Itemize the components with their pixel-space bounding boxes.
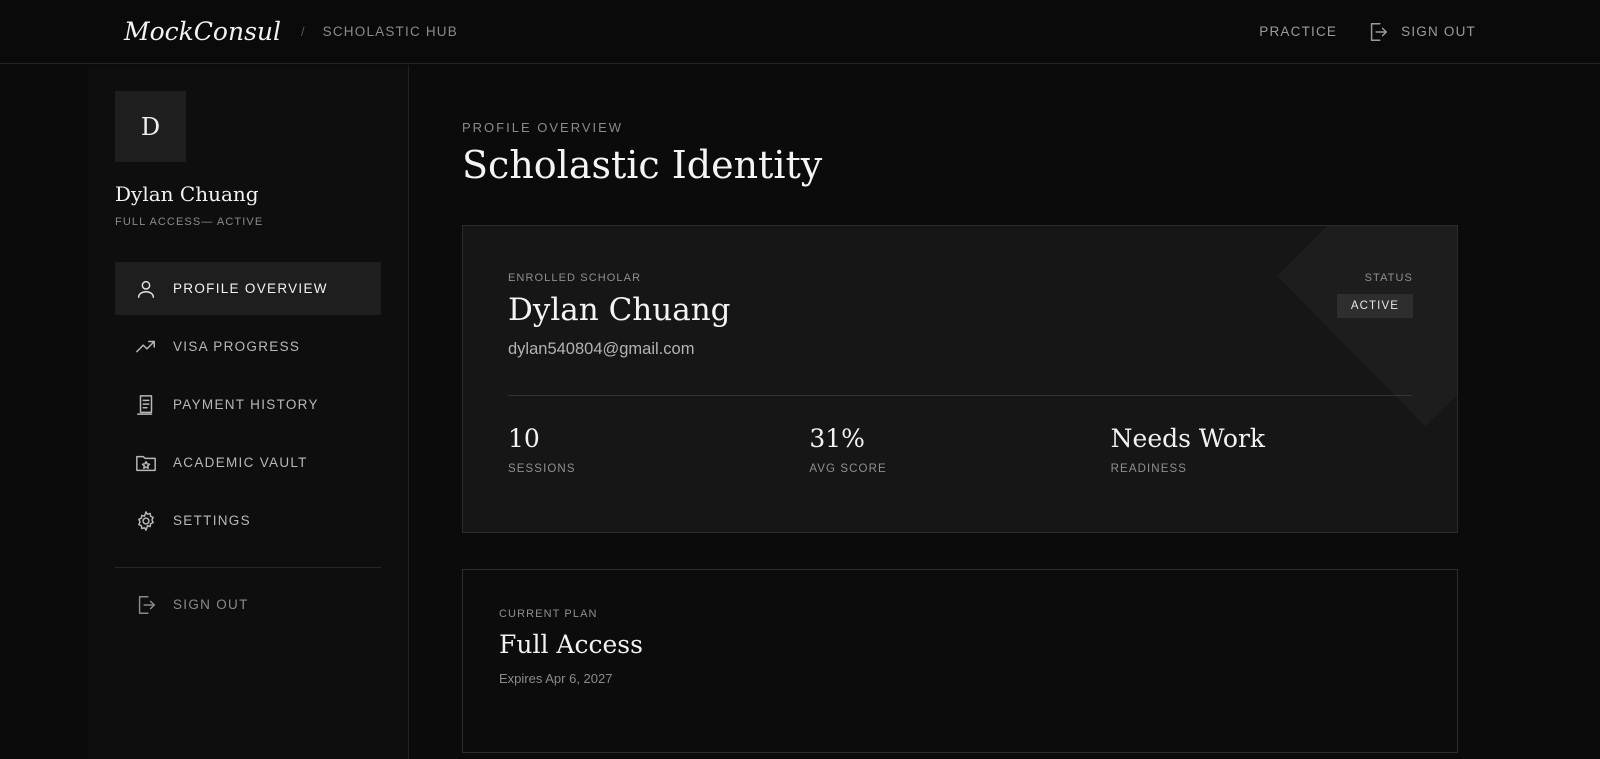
- stat-label: SESSIONS: [508, 463, 576, 475]
- stat-value: 31%: [809, 424, 865, 453]
- card-divider: [508, 395, 1412, 396]
- sidebar-item-visa-progress[interactable]: VISA PROGRESS: [115, 320, 381, 373]
- breadcrumb-separator: /: [301, 24, 305, 39]
- sidebar-item-settings[interactable]: SETTINGS: [115, 494, 381, 547]
- main-content: PROFILE OVERVIEW Scholastic Identity ENR…: [462, 65, 1462, 753]
- plan-name: Full Access: [499, 630, 643, 659]
- user-icon: [137, 280, 155, 298]
- top-signout-label: SIGN OUT: [1401, 24, 1476, 39]
- sidebar-item-label: VISA PROGRESS: [173, 339, 301, 354]
- sidebar-item-label: PROFILE OVERVIEW: [173, 281, 328, 296]
- sidebar-item-label: SETTINGS: [173, 513, 251, 528]
- sign-out-icon: [138, 595, 155, 614]
- stat-avg-score: 31% AVG SCORE: [809, 424, 1110, 475]
- plan-expiry: Expires Apr 6, 2027: [499, 671, 613, 686]
- status-badge: ACTIVE: [1336, 294, 1413, 318]
- breadcrumb: SCHOLASTIC HUB: [322, 24, 458, 39]
- status-block: STATUS ACTIVE: [1336, 272, 1413, 318]
- scholar-email: dylan540804@gmail.com: [508, 340, 695, 358]
- stat-label: READINESS: [1110, 463, 1188, 475]
- stat-readiness: Needs Work READINESS: [1111, 424, 1412, 475]
- trending-up-icon: [136, 340, 155, 352]
- page-title: Scholastic Identity: [462, 143, 823, 187]
- page-eyebrow: PROFILE OVERVIEW: [462, 120, 624, 135]
- sidebar-user-status: FULL ACCESS— ACTIVE: [115, 216, 264, 228]
- sidebar: D Dylan Chuang FULL ACCESS— ACTIVE PROFI…: [88, 65, 409, 759]
- plan-card: CURRENT PLAN Full Access Expires Apr 6, …: [462, 569, 1458, 753]
- top-signout-button[interactable]: SIGN OUT: [1367, 21, 1476, 43]
- sidebar-item-label: PAYMENT HISTORY: [173, 397, 319, 412]
- folder-star-icon: [136, 455, 156, 471]
- scholar-name: Dylan Chuang: [508, 292, 731, 328]
- sidebar-item-profile-overview[interactable]: PROFILE OVERVIEW: [115, 262, 381, 315]
- brand-logo[interactable]: MockConsul: [124, 17, 281, 46]
- sidebar-menu: PROFILE OVERVIEW VISA PROGRESS PAYMENT H…: [115, 262, 381, 631]
- stat-value: Needs Work: [1110, 424, 1266, 453]
- sidebar-signout-button[interactable]: SIGN OUT: [115, 578, 381, 631]
- sidebar-item-academic-vault[interactable]: ACADEMIC VAULT: [115, 436, 381, 489]
- stats-row: 10 SESSIONS 31% AVG SCORE Needs Work REA…: [508, 424, 1412, 475]
- stat-label: AVG SCORE: [809, 463, 887, 475]
- status-label: STATUS: [1364, 272, 1413, 284]
- receipt-icon: [137, 394, 153, 415]
- top-bar: MockConsul / SCHOLASTIC HUB PRACTICE SIG…: [0, 0, 1600, 64]
- sidebar-signout-label: SIGN OUT: [173, 597, 249, 612]
- sign-out-icon: [1370, 22, 1388, 41]
- sidebar-item-payment-history[interactable]: PAYMENT HISTORY: [115, 378, 381, 431]
- scholar-card: ENROLLED SCHOLAR Dylan Chuang dylan54080…: [462, 225, 1458, 533]
- sidebar-item-label: ACADEMIC VAULT: [173, 455, 308, 470]
- sidebar-user-name: Dylan Chuang: [115, 182, 259, 206]
- top-nav: PRACTICE SIGN OUT: [1259, 21, 1476, 43]
- avatar: D: [115, 91, 186, 162]
- gear-icon: [138, 510, 154, 531]
- stat-value: 10: [508, 424, 540, 453]
- current-plan-label: CURRENT PLAN: [499, 608, 598, 620]
- practice-link[interactable]: PRACTICE: [1259, 24, 1337, 39]
- stat-sessions: 10 SESSIONS: [508, 424, 809, 475]
- enrolled-scholar-label: ENROLLED SCHOLAR: [508, 272, 642, 284]
- sidebar-divider: [115, 567, 381, 568]
